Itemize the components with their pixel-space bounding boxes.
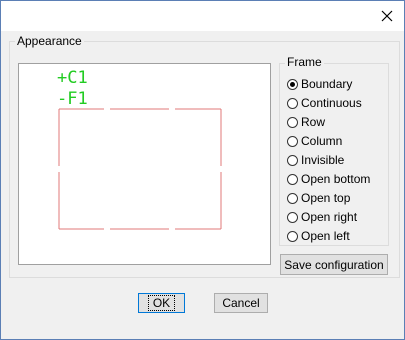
radio-indicator (287, 154, 298, 166)
close-icon (381, 10, 393, 22)
radio-indicator (287, 230, 298, 242)
radio-boundary[interactable]: Boundary (287, 76, 352, 92)
appearance-group-label: Appearance (15, 34, 84, 48)
radio-label: Open top (301, 191, 351, 205)
radio-column[interactable]: Column (287, 133, 342, 149)
preview-frame (58, 108, 222, 230)
preview-label-top: +C1 (57, 68, 88, 88)
radio-label: Boundary (301, 77, 353, 91)
radio-indicator (287, 116, 298, 128)
ok-button[interactable]: OK (138, 293, 185, 313)
radio-open-bottom[interactable]: Open bottom (287, 171, 370, 187)
save-configuration-label: Save configuration (284, 257, 384, 272)
radio-indicator (287, 211, 298, 223)
save-configuration-button[interactable]: Save configuration (280, 254, 388, 275)
radio-indicator (287, 173, 298, 185)
radio-label: Open bottom (301, 172, 371, 186)
radio-open-right[interactable]: Open right (287, 209, 357, 225)
radio-indicator (287, 135, 298, 147)
radio-label: Open right (301, 210, 358, 224)
radio-row[interactable]: Row (287, 114, 325, 130)
radio-label: Open left (301, 229, 350, 243)
radio-indicator (287, 97, 298, 109)
cancel-label: Cancel (222, 296, 260, 310)
radio-label: Row (301, 115, 326, 129)
preview-canvas: +C1 -F1 (57, 68, 222, 230)
appearance-preview: +C1 -F1 (18, 63, 271, 265)
radio-indicator (287, 78, 298, 90)
radio-indicator (287, 192, 298, 204)
close-button[interactable] (376, 5, 398, 27)
cancel-button[interactable]: Cancel (214, 293, 268, 313)
title-bar (1, 1, 404, 31)
radio-open-top[interactable]: Open top (287, 190, 350, 206)
radio-continuous[interactable]: Continuous (287, 95, 362, 111)
radio-invisible[interactable]: Invisible (287, 152, 344, 168)
ok-label: OK (147, 295, 176, 311)
radio-label: Column (301, 134, 343, 148)
radio-label: Invisible (301, 153, 345, 167)
radio-label: Continuous (301, 96, 362, 110)
radio-open-left[interactable]: Open left (287, 228, 350, 244)
preview-label-bottom: -F1 (57, 89, 88, 109)
frame-group-label: Frame (285, 55, 324, 69)
